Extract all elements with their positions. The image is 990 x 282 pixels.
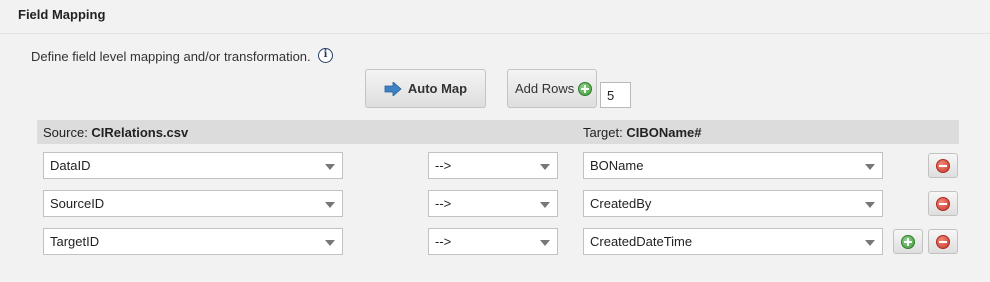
remove-icon [936,158,950,173]
add-rows-label: Add Rows [515,81,575,96]
chevron-down-icon [540,164,550,170]
chevron-down-icon [865,202,875,208]
chevron-down-icon [540,240,550,246]
mapping-row: TargetID --> CreatedDateTime [0,228,990,256]
add-rows-button[interactable]: Add Rows [507,69,597,108]
arrow-right-icon [384,81,402,96]
add-icon [901,234,915,249]
target-bo-name: CIBOName# [626,125,702,140]
info-icon[interactable]: i [318,48,333,63]
auto-map-label: Auto Map [407,81,468,96]
remove-row-button[interactable] [928,153,958,178]
chevron-down-icon [865,164,875,170]
mapping-row: DataID --> BOName [0,152,990,180]
chevron-down-icon [325,202,335,208]
chevron-down-icon [325,164,335,170]
auto-map-button[interactable]: Auto Map [365,69,486,108]
source-field-select[interactable]: DataID [43,152,343,179]
source-header: Source: CIRelations.csv [43,125,189,140]
field-mapping-panel: Field Mapping Define field level mapping… [0,0,990,282]
target-field-select[interactable]: BOName [583,152,883,179]
remove-icon [936,234,950,249]
source-field-select[interactable]: TargetID [43,228,343,255]
rows-count-input[interactable] [600,82,631,108]
mapping-description: Define field level mapping and/or transf… [31,49,311,64]
chevron-down-icon [540,202,550,208]
section-divider [0,33,990,34]
chevron-down-icon [865,240,875,246]
mapping-row: SourceID --> CreatedBy [0,190,990,218]
target-header: Target: CIBOName# [583,125,702,140]
remove-icon [936,196,950,211]
target-field-select[interactable]: CreatedDateTime [583,228,883,255]
section-title: Field Mapping [18,7,106,22]
source-file-name: CIRelations.csv [91,125,189,140]
remove-row-button[interactable] [928,191,958,216]
remove-row-button[interactable] [928,229,958,254]
operator-select[interactable]: --> [428,190,558,217]
target-field-select[interactable]: CreatedBy [583,190,883,217]
add-row-button[interactable] [893,229,923,254]
operator-select[interactable]: --> [428,228,558,255]
chevron-down-icon [325,240,335,246]
source-field-select[interactable]: SourceID [43,190,343,217]
operator-select[interactable]: --> [428,152,558,179]
mapping-header: Source: CIRelations.csv Target: CIBOName… [37,120,959,144]
add-icon [578,81,593,96]
